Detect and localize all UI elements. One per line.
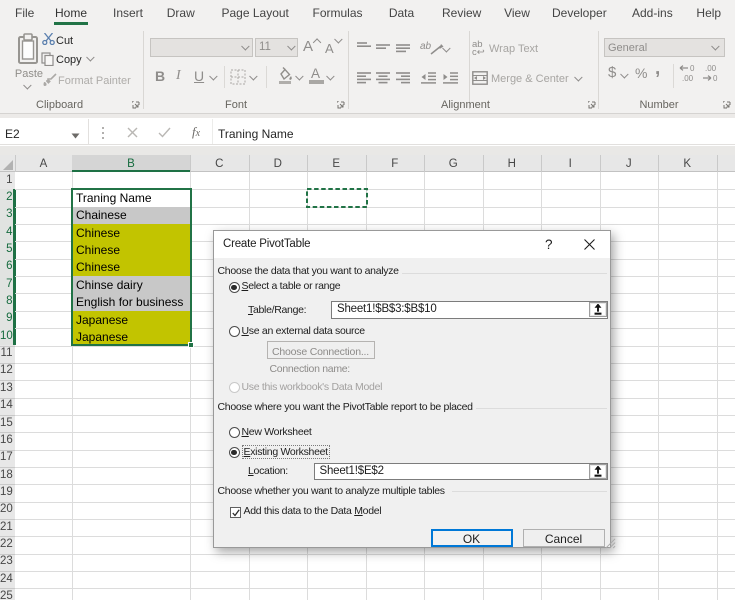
svg-text:.00: .00	[682, 74, 694, 82]
svg-text:.00: .00	[705, 64, 717, 73]
svg-text:0: 0	[713, 74, 718, 82]
svg-text:0: 0	[690, 64, 695, 73]
